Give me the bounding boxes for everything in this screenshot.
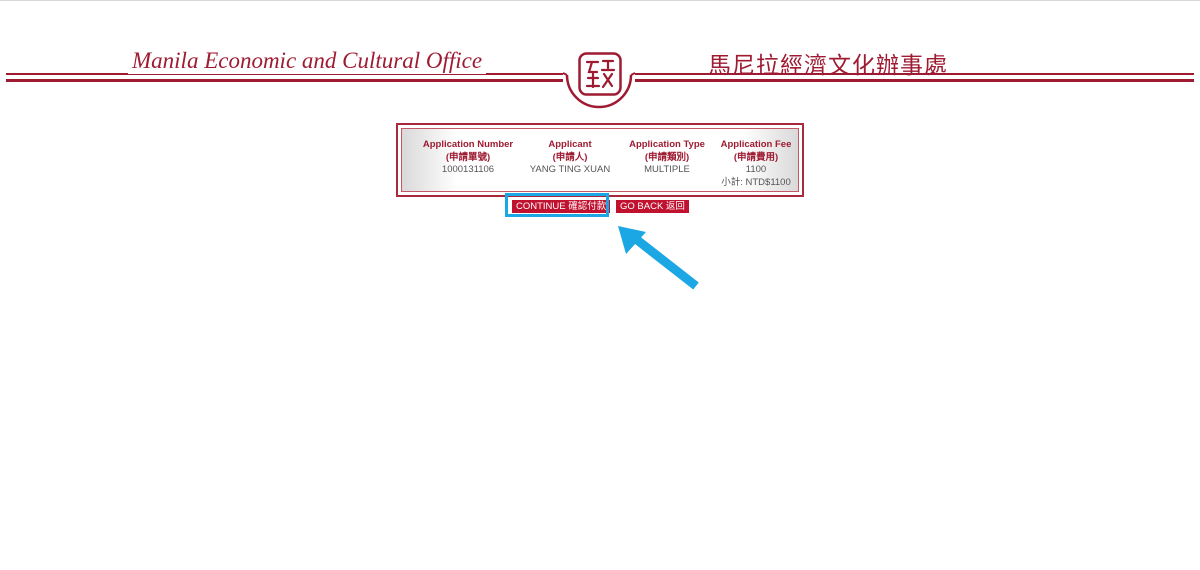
column-header: Application Number [422, 139, 514, 150]
application-fee-column: Application Fee (申請費用) 1100 小計: NTD$1100 [714, 139, 798, 189]
column-header-zh: (申請類別) [644, 151, 690, 163]
column-header-zh: (申請人) [552, 151, 588, 163]
applicant-column: Applicant (申請人) YANG TING XUAN [522, 139, 618, 177]
applicant-value: YANG TING XUAN [529, 164, 611, 175]
go-back-button[interactable]: GO BACK 返回 [616, 200, 689, 213]
pointer-arrow-icon [618, 226, 699, 290]
office-name-chinese: 馬尼拉經濟文化辦事處 [708, 53, 948, 79]
application-type-value: MULTIPLE [644, 164, 690, 175]
fee-subtotal: 小計: NTD$1100 [721, 176, 791, 188]
column-header-zh: (申請單號) [445, 151, 491, 163]
top-border [0, 0, 1200, 1]
application-fee-value: 1100 [745, 164, 767, 175]
application-summary: Application Number (申請單號) 1000131106 App… [396, 123, 804, 197]
application-number-value: 1000131106 [441, 164, 495, 175]
office-name-english: Manila Economic and Cultural Office [128, 48, 487, 74]
column-header-zh: (申請費用) [733, 151, 779, 163]
column-header: Applicant [548, 139, 592, 150]
application-type-column: Application Type (申請類別) MULTIPLE [622, 139, 712, 177]
office-seal-icon [578, 52, 622, 96]
application-number-column: Application Number (申請單號) 1000131106 [416, 139, 520, 177]
continue-highlight-box [505, 193, 609, 217]
application-summary-panel: Application Number (申請單號) 1000131106 App… [401, 128, 799, 192]
column-header: Application Fee [720, 139, 792, 150]
column-header: Application Type [629, 139, 705, 150]
